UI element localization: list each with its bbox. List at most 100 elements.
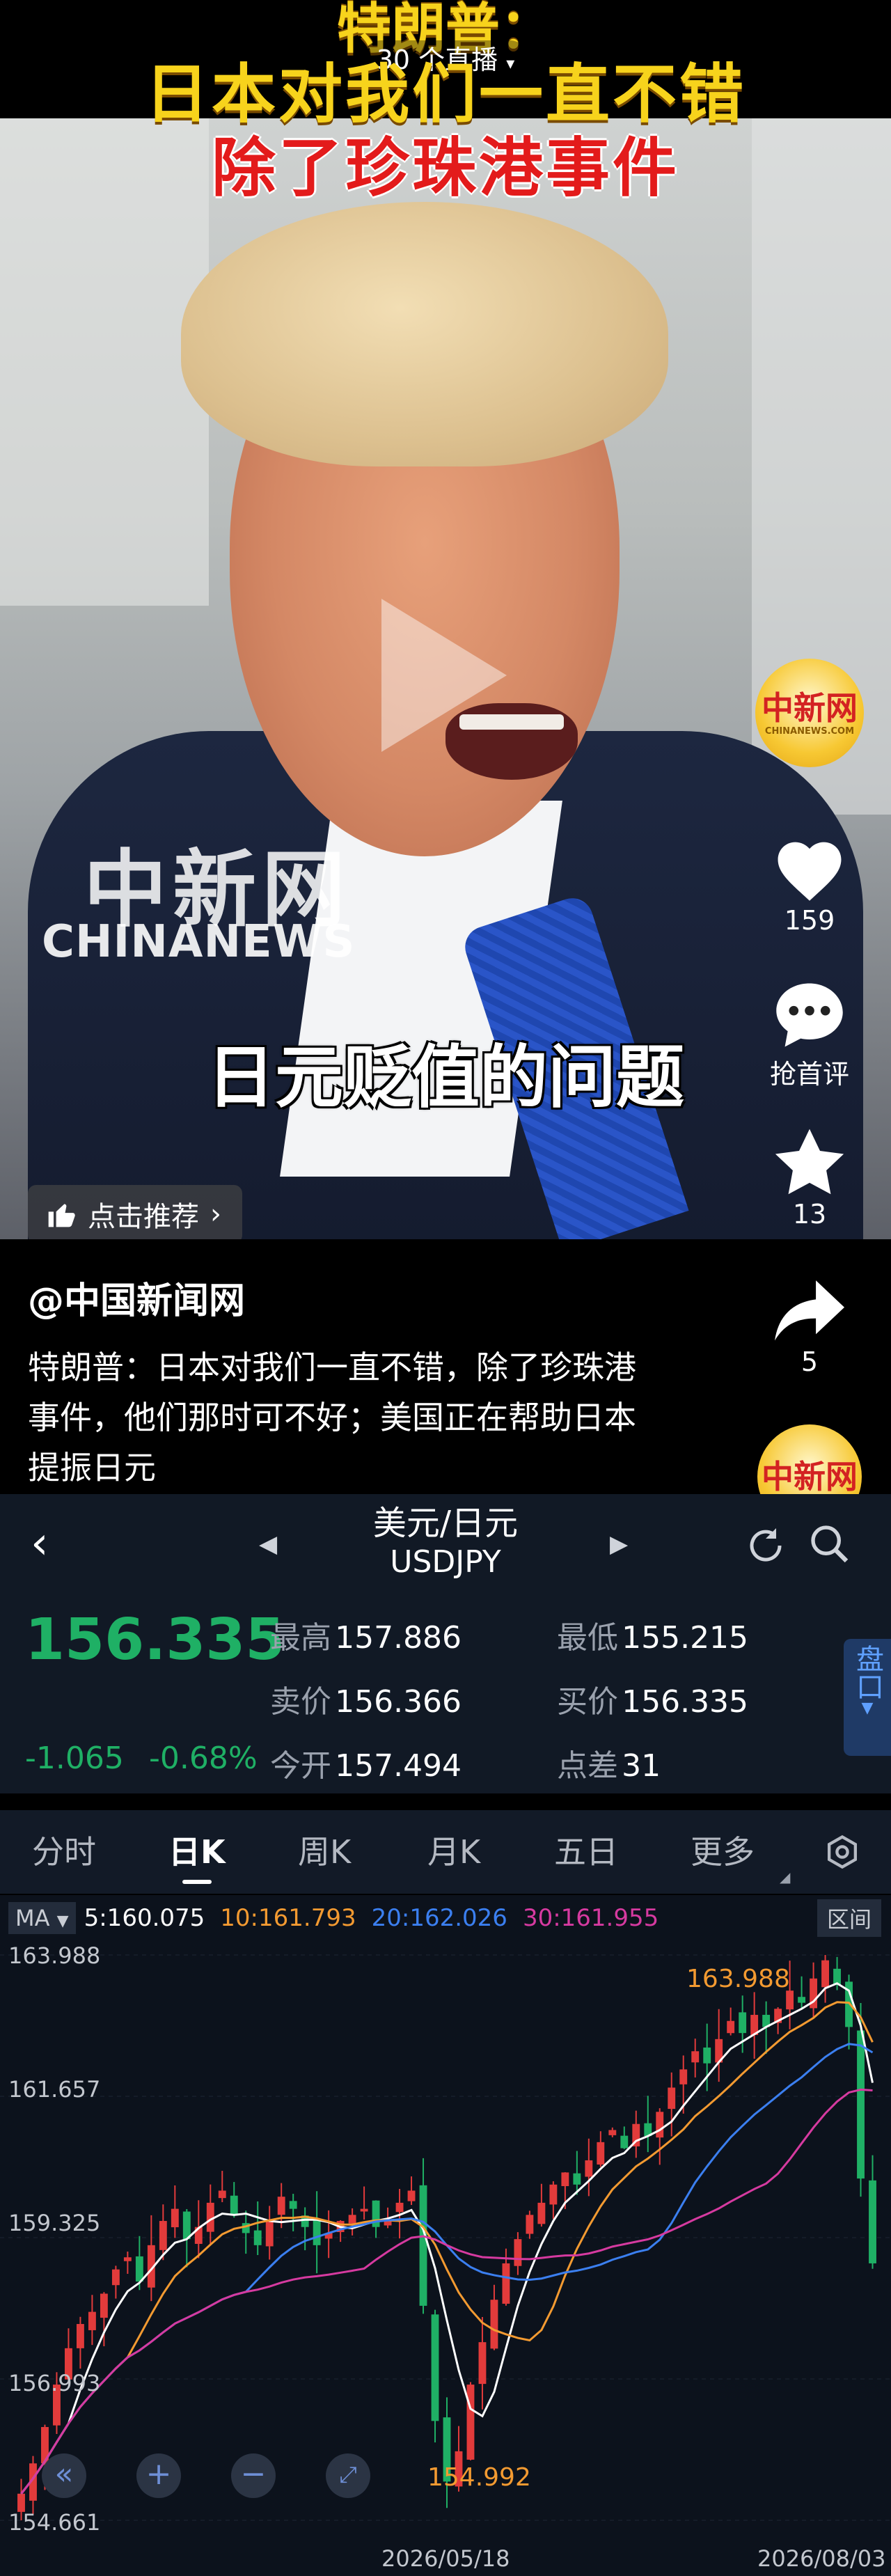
- current-price: 156.335: [25, 1607, 285, 1673]
- candle-body: [289, 2201, 297, 2209]
- comment-button[interactable]: 抢首评: [750, 980, 869, 1091]
- range-button[interactable]: 区间: [817, 1899, 881, 1937]
- share-arrow-icon: [775, 1280, 844, 1341]
- scroll-left-icon[interactable]: «: [42, 2453, 86, 2498]
- candle-body: [100, 2293, 108, 2318]
- candle-body: [159, 2221, 167, 2250]
- author-name[interactable]: @中国新闻网: [28, 1271, 245, 1324]
- tab-daily-k[interactable]: 日K: [168, 1827, 226, 1873]
- candle-body: [786, 1990, 794, 2010]
- sell-value: 156.366: [335, 1684, 462, 1720]
- candle-body: [821, 1960, 829, 1988]
- candle-body: [466, 2385, 475, 2460]
- spread-value: 31: [622, 1748, 661, 1784]
- orderbook-tab[interactable]: 盘口 ▼: [844, 1639, 891, 1756]
- x-tick-label: 2026/05/18: [381, 2545, 510, 2572]
- y-tick-label: 161.657: [8, 2076, 101, 2103]
- ma-legend: MA ▼ 5:160.075 10:161.793 20:162.026 30:…: [0, 1895, 891, 1941]
- refresh-icon[interactable]: [745, 1525, 787, 1566]
- play-icon[interactable]: [381, 599, 507, 752]
- candle-body: [679, 2069, 688, 2084]
- next-pair-icon[interactable]: ▶: [610, 1530, 628, 1558]
- video-title-line2: 日本对我们一直不错: [144, 57, 746, 132]
- tab-five-day[interactable]: 五日: [554, 1827, 618, 1873]
- candle-body: [703, 2047, 711, 2064]
- price-change: -1.065: [25, 1741, 124, 1776]
- tab-more[interactable]: 更多: [691, 1827, 755, 1873]
- zoom-in-icon[interactable]: +: [136, 2453, 181, 2498]
- open-label: 今开: [270, 1748, 331, 1784]
- settings-icon[interactable]: [824, 1834, 860, 1870]
- buy-label: 买价: [557, 1684, 618, 1720]
- y-tick-label: 154.661: [8, 2509, 101, 2536]
- candle-body: [123, 2257, 132, 2261]
- candle-body: [869, 2180, 876, 2263]
- candle-body: [727, 2020, 735, 2034]
- candle-body: [833, 1968, 841, 1985]
- more-corner-icon: ◢: [780, 1869, 791, 1885]
- candle-body: [514, 2239, 522, 2266]
- share-button[interactable]: 5: [750, 1274, 869, 1377]
- post-caption[interactable]: 特朗普：日本对我们一直不错，除了珍珠港事件，他们那时可不好；美国正在帮助日本提振…: [28, 1342, 654, 1493]
- candle-body: [549, 2184, 558, 2205]
- candle-body: [597, 2142, 605, 2165]
- high-label: 最高: [270, 1620, 331, 1656]
- high-value: 157.886: [335, 1620, 462, 1656]
- watermark-en: CHINANEWS: [42, 916, 356, 968]
- tab-monthly-k[interactable]: 月K: [427, 1827, 480, 1873]
- publisher-logo-en: CHINANEWS.COM: [764, 725, 855, 737]
- ma30-value: 30:161.955: [522, 1904, 659, 1932]
- favorite-button[interactable]: 13: [750, 1126, 869, 1230]
- candle-body: [313, 2220, 321, 2245]
- candle-body: [798, 1997, 806, 2003]
- candle-body: [585, 2160, 593, 2177]
- candle-body: [419, 2185, 427, 2306]
- y-tick-label: 163.988: [8, 1942, 101, 1969]
- candle-body: [395, 2202, 404, 2213]
- ma-label: MA: [15, 1905, 50, 1931]
- recommend-label: 点击推荐: [88, 1201, 199, 1233]
- candle-body: [739, 2012, 747, 2034]
- ma20-value: 20:162.026: [371, 1904, 507, 1932]
- tab-weekly-k[interactable]: 周K: [298, 1827, 351, 1873]
- recommend-button[interactable]: 点击推荐 ›: [28, 1185, 242, 1239]
- candle-body: [277, 2197, 285, 2215]
- spread-label: 点差: [557, 1748, 618, 1784]
- candle-body: [431, 2314, 439, 2421]
- comment-label: 抢首评: [769, 1059, 849, 1090]
- caret-down-icon: ▼: [56, 1913, 69, 1930]
- active-tab-indicator: [182, 1880, 212, 1884]
- heart-icon: [778, 842, 842, 901]
- candle-body: [526, 2215, 534, 2234]
- ma-selector[interactable]: MA ▼: [8, 1902, 76, 1934]
- candle-body: [218, 2190, 226, 2199]
- music-disc[interactable]: 中新网: [750, 1424, 869, 1494]
- fullscreen-icon[interactable]: ⤢: [326, 2453, 370, 2498]
- candle-body: [253, 2230, 262, 2245]
- candle-body: [182, 2211, 191, 2240]
- publisher-logo-text: 中新网: [762, 689, 858, 727]
- candle-body: [573, 2173, 581, 2185]
- candle-body: [691, 2051, 700, 2063]
- price-change-pct: -0.68%: [149, 1741, 258, 1776]
- zoom-out-icon[interactable]: −: [231, 2453, 276, 2498]
- like-button[interactable]: 159: [750, 833, 869, 936]
- candle-body: [76, 2324, 84, 2348]
- search-icon[interactable]: [807, 1522, 852, 1566]
- ma10-value: 10:161.793: [220, 1904, 356, 1932]
- candle-body: [265, 2221, 274, 2247]
- candle-body: [111, 2269, 120, 2286]
- publisher-avatar[interactable]: 中新网 CHINANEWS.COM: [750, 659, 869, 767]
- tab-minute[interactable]: 分时: [32, 1827, 96, 1873]
- candle-body: [537, 2202, 546, 2224]
- candle-body: [620, 2135, 629, 2149]
- candle-body: [478, 2342, 487, 2385]
- like-count: 159: [784, 905, 835, 936]
- candle-body: [360, 2208, 368, 2212]
- video-title-line3: 除了珍珠港事件: [211, 131, 679, 205]
- candle-body: [135, 2256, 143, 2282]
- min-annotation: 154.992: [427, 2463, 531, 2492]
- ma5-value: 5:160.075: [84, 1904, 205, 1932]
- share-count: 5: [801, 1346, 819, 1377]
- music-disc-text: 中新网: [762, 1458, 858, 1494]
